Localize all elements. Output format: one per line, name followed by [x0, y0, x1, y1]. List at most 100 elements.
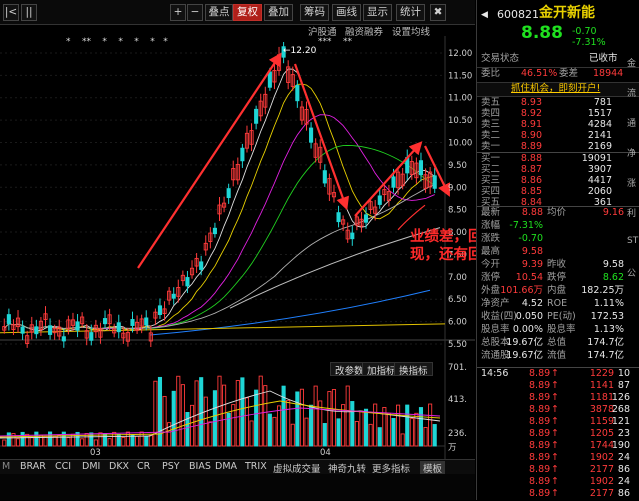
edge-tab[interactable]: 流 [627, 86, 636, 99]
pause-button[interactable]: || [21, 4, 37, 21]
stat-value: 10.54 [515, 272, 543, 283]
edge-tab[interactable]: 公 [627, 266, 636, 279]
stat-label-2: 内盘 [547, 285, 567, 296]
volume-bar [15, 438, 21, 447]
tab-bias[interactable]: BIAS [189, 461, 211, 472]
nav-left-icon[interactable]: ◀ [481, 9, 488, 21]
price-tick: 12.00 [448, 49, 472, 59]
zoom-out-button[interactable]: − [187, 4, 203, 21]
trade-count: 10 [617, 368, 630, 379]
up-arrow-icon: ↑ [551, 416, 559, 427]
stat-value-2: 172.53 [590, 311, 624, 322]
stat-label: 流通股 [481, 350, 510, 361]
stat-label-2: 均价 [547, 207, 567, 218]
candle [212, 227, 217, 235]
trade-row: 8.89 ↑ 2177 86 [477, 488, 639, 500]
first-button[interactable]: |< [3, 4, 19, 21]
tab-brar[interactable]: BRAR [20, 461, 46, 472]
candlestick-chart[interactable]: 12.0011.5011.0010.5010.009.509.008.508.0… [0, 36, 475, 459]
candle [199, 261, 204, 270]
overlay-button[interactable]: 叠加 [264, 4, 293, 21]
tab-virtual-volume[interactable]: 虚拟成交量 [273, 461, 321, 475]
trade-price: 8.89 [529, 368, 551, 379]
tab-dmi[interactable]: DMI [82, 461, 100, 472]
candle [185, 277, 190, 287]
volume-bar [135, 435, 140, 447]
up-arrow-icon: ↑ [551, 404, 559, 415]
trade-price: 8.89 [529, 452, 551, 463]
stat-value: -7.31% [509, 220, 543, 231]
volume-bar [52, 435, 57, 447]
trade-price: 8.89 [529, 392, 551, 403]
edge-tab[interactable]: 涨 [627, 176, 636, 189]
volume-bar [93, 439, 98, 447]
candle [267, 71, 272, 88]
edge-tab[interactable]: 通 [627, 116, 636, 129]
dotted-button[interactable]: 叠点 [205, 4, 233, 21]
display-button[interactable]: 显示 [363, 4, 392, 21]
edge-tab[interactable]: 金 [627, 56, 636, 69]
trade-volume: 1181 [589, 392, 614, 403]
stat-row: 总股本 19.67亿 总值 174.7亿 [477, 337, 639, 349]
volume-bar [217, 375, 222, 447]
candle [34, 326, 39, 335]
stat-value-2: 8.62 [602, 272, 624, 283]
tab-dma[interactable]: DMA [215, 461, 237, 472]
switch-indicator-button[interactable]: 换指标 [394, 362, 433, 377]
volume-bar [377, 427, 382, 447]
stat-label: 外盘 [481, 285, 501, 296]
tab-nine-turn[interactable]: 神奇九转 [328, 461, 366, 475]
stat-row: 流通股 19.67亿 流值 174.7亿 [477, 350, 639, 362]
stat-label-2: 昨收 [547, 259, 567, 270]
volume-bar [66, 437, 71, 447]
tab-dkx[interactable]: DKX [109, 461, 129, 472]
stat-value-2: 182.25万 [581, 285, 624, 296]
volume-bar [80, 438, 85, 447]
volume-bar [20, 431, 25, 447]
close-icon[interactable]: ✖ [430, 4, 446, 21]
tab-trix[interactable]: TRIX [245, 461, 267, 472]
trade-count: 87 [617, 380, 630, 391]
volume-bar [121, 436, 126, 447]
trade-count: 268 [611, 404, 630, 415]
edge-tab[interactable]: ST [627, 236, 638, 246]
candle [48, 325, 53, 335]
volume-bar [396, 404, 401, 447]
tab-cci[interactable]: CCI [55, 461, 71, 472]
chart-toolbar: |< || + − 叠点 复权 叠加 筹码 画线 显示 统计 ✖ [0, 0, 475, 25]
tab-cr[interactable]: CR [137, 461, 150, 472]
candle [418, 160, 424, 176]
volume-bar [244, 397, 250, 447]
zoom-in-button[interactable]: + [170, 4, 186, 21]
trade-volume: 3878 [589, 404, 614, 415]
volume-bar [299, 388, 304, 447]
volume-bar [368, 423, 373, 447]
draw-line-button[interactable]: 画线 [332, 4, 361, 21]
trade-count: 24 [617, 476, 630, 487]
volume-bar [212, 390, 217, 447]
stats-button[interactable]: 统计 [396, 4, 425, 21]
volume-bar [286, 399, 291, 447]
stat-value-2: 1.13% [593, 324, 624, 335]
chips-button[interactable]: 筹码 [300, 4, 329, 21]
volume-bar [359, 410, 364, 447]
edge-tab[interactable]: 利 [627, 206, 636, 219]
stat-row: 今开 9.39 昨收 9.58 [477, 259, 639, 271]
last-price: 8.88 [521, 23, 563, 43]
candle [20, 326, 25, 334]
volume-bar [6, 432, 11, 447]
stat-row: 净资产 4.52 ROE 1.11% [477, 298, 639, 310]
candle [432, 175, 437, 189]
volume-bar [38, 434, 43, 447]
volume-bar [313, 385, 318, 447]
tab-template[interactable]: 模板 [420, 461, 446, 475]
adjust-button[interactable]: 复权 [233, 4, 262, 21]
trade-row: 8.89 ↑ 1205 23 [477, 428, 639, 440]
sub-tabs: 沪股通 融资融券 设置均线 [0, 24, 475, 38]
edge-tab[interactable]: 净 [627, 146, 636, 159]
tab-psy[interactable]: PSY [162, 461, 180, 472]
ad-banner[interactable]: 抓住机会，即刻开户! [477, 82, 639, 97]
price-tick: 9.00 [448, 183, 467, 193]
volume-bar [34, 431, 39, 447]
tab-more-indicators[interactable]: 更多指标 [372, 461, 410, 475]
